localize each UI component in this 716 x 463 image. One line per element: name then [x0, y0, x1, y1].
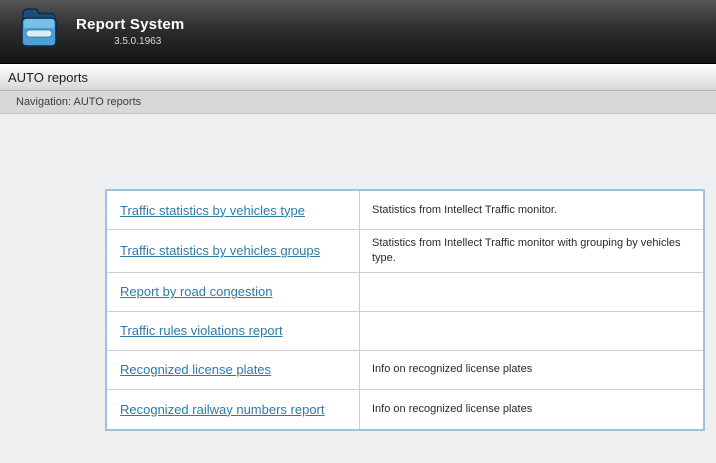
- table-row: Recognized license plates Info on recogn…: [107, 351, 703, 390]
- report-link-cell: Report by road congestion: [107, 273, 360, 311]
- table-row: Traffic rules violations report: [107, 312, 703, 351]
- report-link-traffic-rules-violations-report[interactable]: Traffic rules violations report: [120, 323, 283, 338]
- report-description: Statistics from Intellect Traffic monito…: [360, 191, 703, 229]
- table-row: Report by road congestion: [107, 273, 703, 312]
- report-link-cell: Traffic statistics by vehicles type: [107, 191, 360, 229]
- report-link-cell: Traffic rules violations report: [107, 312, 360, 350]
- title-block: Report System 3.5.0.1963: [76, 16, 184, 47]
- report-description: Info on recognized license plates: [360, 390, 703, 429]
- report-description-text: Statistics from Intellect Traffic monito…: [372, 203, 557, 218]
- report-description-text: Info on recognized license plates: [372, 362, 532, 377]
- app-header: Report System 3.5.0.1963: [0, 0, 716, 64]
- report-description: Info on recognized license plates: [360, 351, 703, 389]
- app-logo: [18, 8, 60, 56]
- section-title: AUTO reports: [8, 70, 88, 85]
- report-link-recognized-railway-numbers-report[interactable]: Recognized railway numbers report: [120, 402, 324, 417]
- report-description: Statistics from Intellect Traffic monito…: [360, 230, 703, 272]
- report-link-traffic-statistics-by-vehicles-groups[interactable]: Traffic statistics by vehicles groups: [120, 243, 320, 258]
- table-row: Traffic statistics by vehicles type Stat…: [107, 191, 703, 230]
- report-link-cell: Recognized license plates: [107, 351, 360, 389]
- table-row: Traffic statistics by vehicles groups St…: [107, 230, 703, 273]
- breadcrumb: Navigation: AUTO reports: [16, 96, 141, 108]
- navigation-bar: Navigation: AUTO reports: [0, 91, 716, 114]
- report-link-cell: Traffic statistics by vehicles groups: [107, 230, 360, 272]
- app-version: 3.5.0.1963: [114, 36, 184, 47]
- report-link-cell: Recognized railway numbers report: [107, 390, 360, 429]
- report-link-recognized-license-plates[interactable]: Recognized license plates: [120, 362, 271, 377]
- folder-icon: [19, 7, 59, 56]
- report-description: [360, 312, 703, 350]
- report-description-text: Info on recognized license plates: [372, 402, 532, 417]
- app-title: Report System: [76, 16, 184, 33]
- table-row: Recognized railway numbers report Info o…: [107, 390, 703, 429]
- report-link-report-by-road-congestion[interactable]: Report by road congestion: [120, 284, 272, 299]
- section-bar: AUTO reports: [0, 64, 716, 91]
- report-table: Traffic statistics by vehicles type Stat…: [105, 189, 705, 431]
- report-description: [360, 273, 703, 311]
- main-content: Traffic statistics by vehicles type Stat…: [0, 114, 716, 431]
- report-description-text: Statistics from Intellect Traffic monito…: [372, 236, 691, 266]
- report-link-traffic-statistics-by-vehicles-type[interactable]: Traffic statistics by vehicles type: [120, 203, 305, 218]
